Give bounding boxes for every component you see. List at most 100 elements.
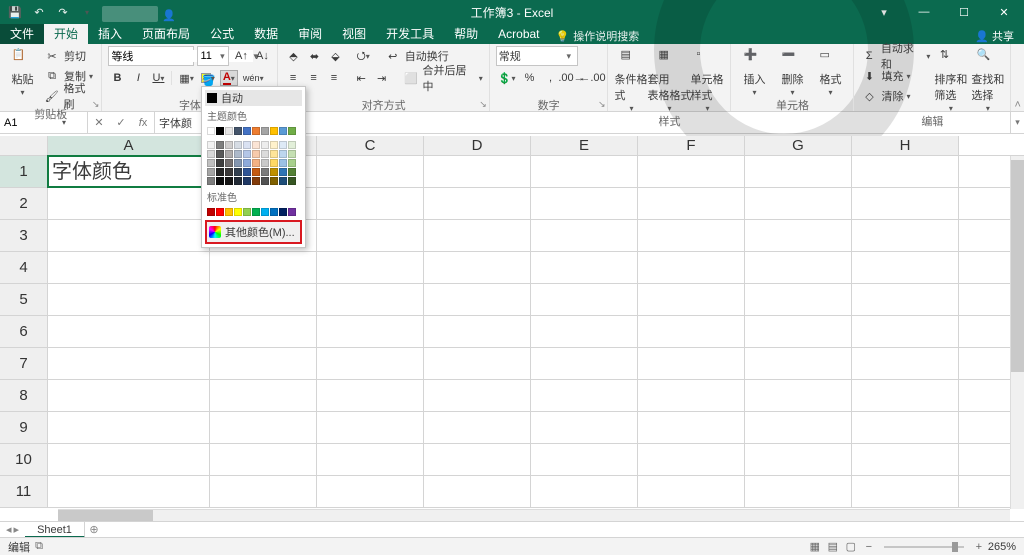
- color-swatch[interactable]: [279, 150, 287, 158]
- color-swatch[interactable]: [270, 168, 278, 176]
- conditional-format-button[interactable]: ▤条件格式▾: [614, 46, 648, 113]
- font-size-input[interactable]: [200, 50, 218, 62]
- paste-button[interactable]: 📋 粘贴 ▾: [6, 46, 39, 97]
- align-right-icon[interactable]: ≡: [325, 70, 342, 86]
- clear-label[interactable]: 清除: [881, 88, 903, 104]
- color-swatch[interactable]: [225, 208, 233, 216]
- cell[interactable]: [852, 252, 959, 283]
- cell[interactable]: [48, 220, 210, 251]
- color-swatch[interactable]: [216, 141, 224, 149]
- color-swatch[interactable]: [261, 150, 269, 158]
- color-swatch[interactable]: [270, 127, 278, 135]
- col-header-c[interactable]: C: [317, 136, 424, 155]
- color-swatch[interactable]: [225, 168, 233, 176]
- row-header[interactable]: 6: [0, 316, 48, 347]
- phonetic-button[interactable]: wén▾: [241, 70, 266, 86]
- redo-icon[interactable]: ↷: [54, 3, 72, 21]
- comma-format-icon[interactable]: ,: [541, 70, 559, 86]
- cell[interactable]: [210, 412, 317, 443]
- cell[interactable]: [852, 444, 959, 475]
- cell[interactable]: [424, 284, 531, 315]
- color-swatch[interactable]: [288, 177, 296, 185]
- find-select-button[interactable]: 🔍查找和选择▾: [971, 46, 1004, 113]
- color-swatch[interactable]: [261, 208, 269, 216]
- col-header-d[interactable]: D: [424, 136, 531, 155]
- increase-font-icon[interactable]: A↑: [232, 48, 250, 64]
- cell[interactable]: [48, 284, 210, 315]
- color-swatch[interactable]: [279, 159, 287, 167]
- cell[interactable]: [852, 316, 959, 347]
- cell[interactable]: [638, 476, 745, 507]
- share-button[interactable]: 👤 共享: [965, 28, 1024, 44]
- cell[interactable]: [424, 316, 531, 347]
- color-swatch[interactable]: [225, 127, 233, 135]
- color-swatch[interactable]: [288, 208, 296, 216]
- font-size-combo[interactable]: ▾: [197, 46, 229, 66]
- cell[interactable]: [745, 156, 852, 187]
- cell[interactable]: [48, 444, 210, 475]
- zoom-slider[interactable]: [884, 546, 964, 548]
- cell[interactable]: [745, 188, 852, 219]
- clear-icon[interactable]: ◇: [860, 88, 878, 104]
- cell[interactable]: [48, 348, 210, 379]
- zoom-level[interactable]: 265%: [988, 541, 1016, 553]
- cell[interactable]: [745, 220, 852, 251]
- cut-icon[interactable]: ✂: [43, 48, 61, 64]
- tab-file[interactable]: 文件: [0, 24, 44, 44]
- normal-view-icon[interactable]: ▦: [806, 540, 824, 553]
- row-header[interactable]: 1: [0, 156, 48, 187]
- cell[interactable]: [638, 252, 745, 283]
- cell[interactable]: [852, 380, 959, 411]
- cell[interactable]: [745, 252, 852, 283]
- cell[interactable]: [638, 412, 745, 443]
- col-header-g[interactable]: G: [745, 136, 852, 155]
- sheet-nav-prev-icon[interactable]: ◂: [6, 523, 12, 536]
- color-swatch[interactable]: [252, 141, 260, 149]
- tab-home[interactable]: 开始: [44, 24, 88, 44]
- color-swatch[interactable]: [243, 159, 251, 167]
- row-header[interactable]: 9: [0, 412, 48, 443]
- percent-format-icon[interactable]: %: [520, 70, 538, 86]
- cell[interactable]: [531, 380, 638, 411]
- copy-icon[interactable]: ⧉: [43, 68, 61, 84]
- cell[interactable]: [852, 284, 959, 315]
- cell[interactable]: [317, 252, 424, 283]
- align-launcher-icon[interactable]: ↘: [479, 99, 487, 110]
- vertical-scrollbar[interactable]: [1010, 156, 1024, 509]
- color-swatch[interactable]: [216, 208, 224, 216]
- cell[interactable]: [210, 380, 317, 411]
- tab-view[interactable]: 视图: [332, 24, 376, 44]
- cell[interactable]: [210, 284, 317, 315]
- cell[interactable]: [317, 444, 424, 475]
- color-swatch[interactable]: [279, 141, 287, 149]
- cell[interactable]: [638, 380, 745, 411]
- indent-increase-icon[interactable]: ⇥: [373, 70, 390, 86]
- number-format-combo[interactable]: 常规 ▾: [496, 46, 578, 66]
- color-swatch[interactable]: [207, 127, 215, 135]
- format-cells-button[interactable]: ▭格式▾: [813, 46, 847, 97]
- cell[interactable]: [852, 476, 959, 507]
- cell[interactable]: [745, 348, 852, 379]
- color-swatch[interactable]: [207, 141, 215, 149]
- cell[interactable]: [638, 156, 745, 187]
- row-header[interactable]: 8: [0, 380, 48, 411]
- col-header-e[interactable]: E: [531, 136, 638, 155]
- col-header-a[interactable]: A: [48, 136, 210, 155]
- cell[interactable]: [424, 220, 531, 251]
- sort-filter-button[interactable]: ⇅排序和筛选▾: [934, 46, 967, 113]
- color-swatch[interactable]: [252, 177, 260, 185]
- color-swatch[interactable]: [270, 177, 278, 185]
- cell[interactable]: [317, 220, 424, 251]
- cell[interactable]: [317, 284, 424, 315]
- cell[interactable]: [638, 188, 745, 219]
- cell[interactable]: [638, 220, 745, 251]
- row-header[interactable]: 2: [0, 188, 48, 219]
- cell-a1[interactable]: 字体颜色: [48, 156, 210, 187]
- cell[interactable]: [852, 220, 959, 251]
- horizontal-scrollbar[interactable]: [58, 509, 1010, 521]
- page-layout-view-icon[interactable]: ▤: [824, 540, 842, 553]
- color-swatch[interactable]: [288, 159, 296, 167]
- more-colors-button[interactable]: 其他颜色(M)...: [205, 220, 302, 244]
- close-button[interactable]: ✕: [984, 0, 1024, 24]
- cut-label[interactable]: 剪切: [64, 48, 86, 64]
